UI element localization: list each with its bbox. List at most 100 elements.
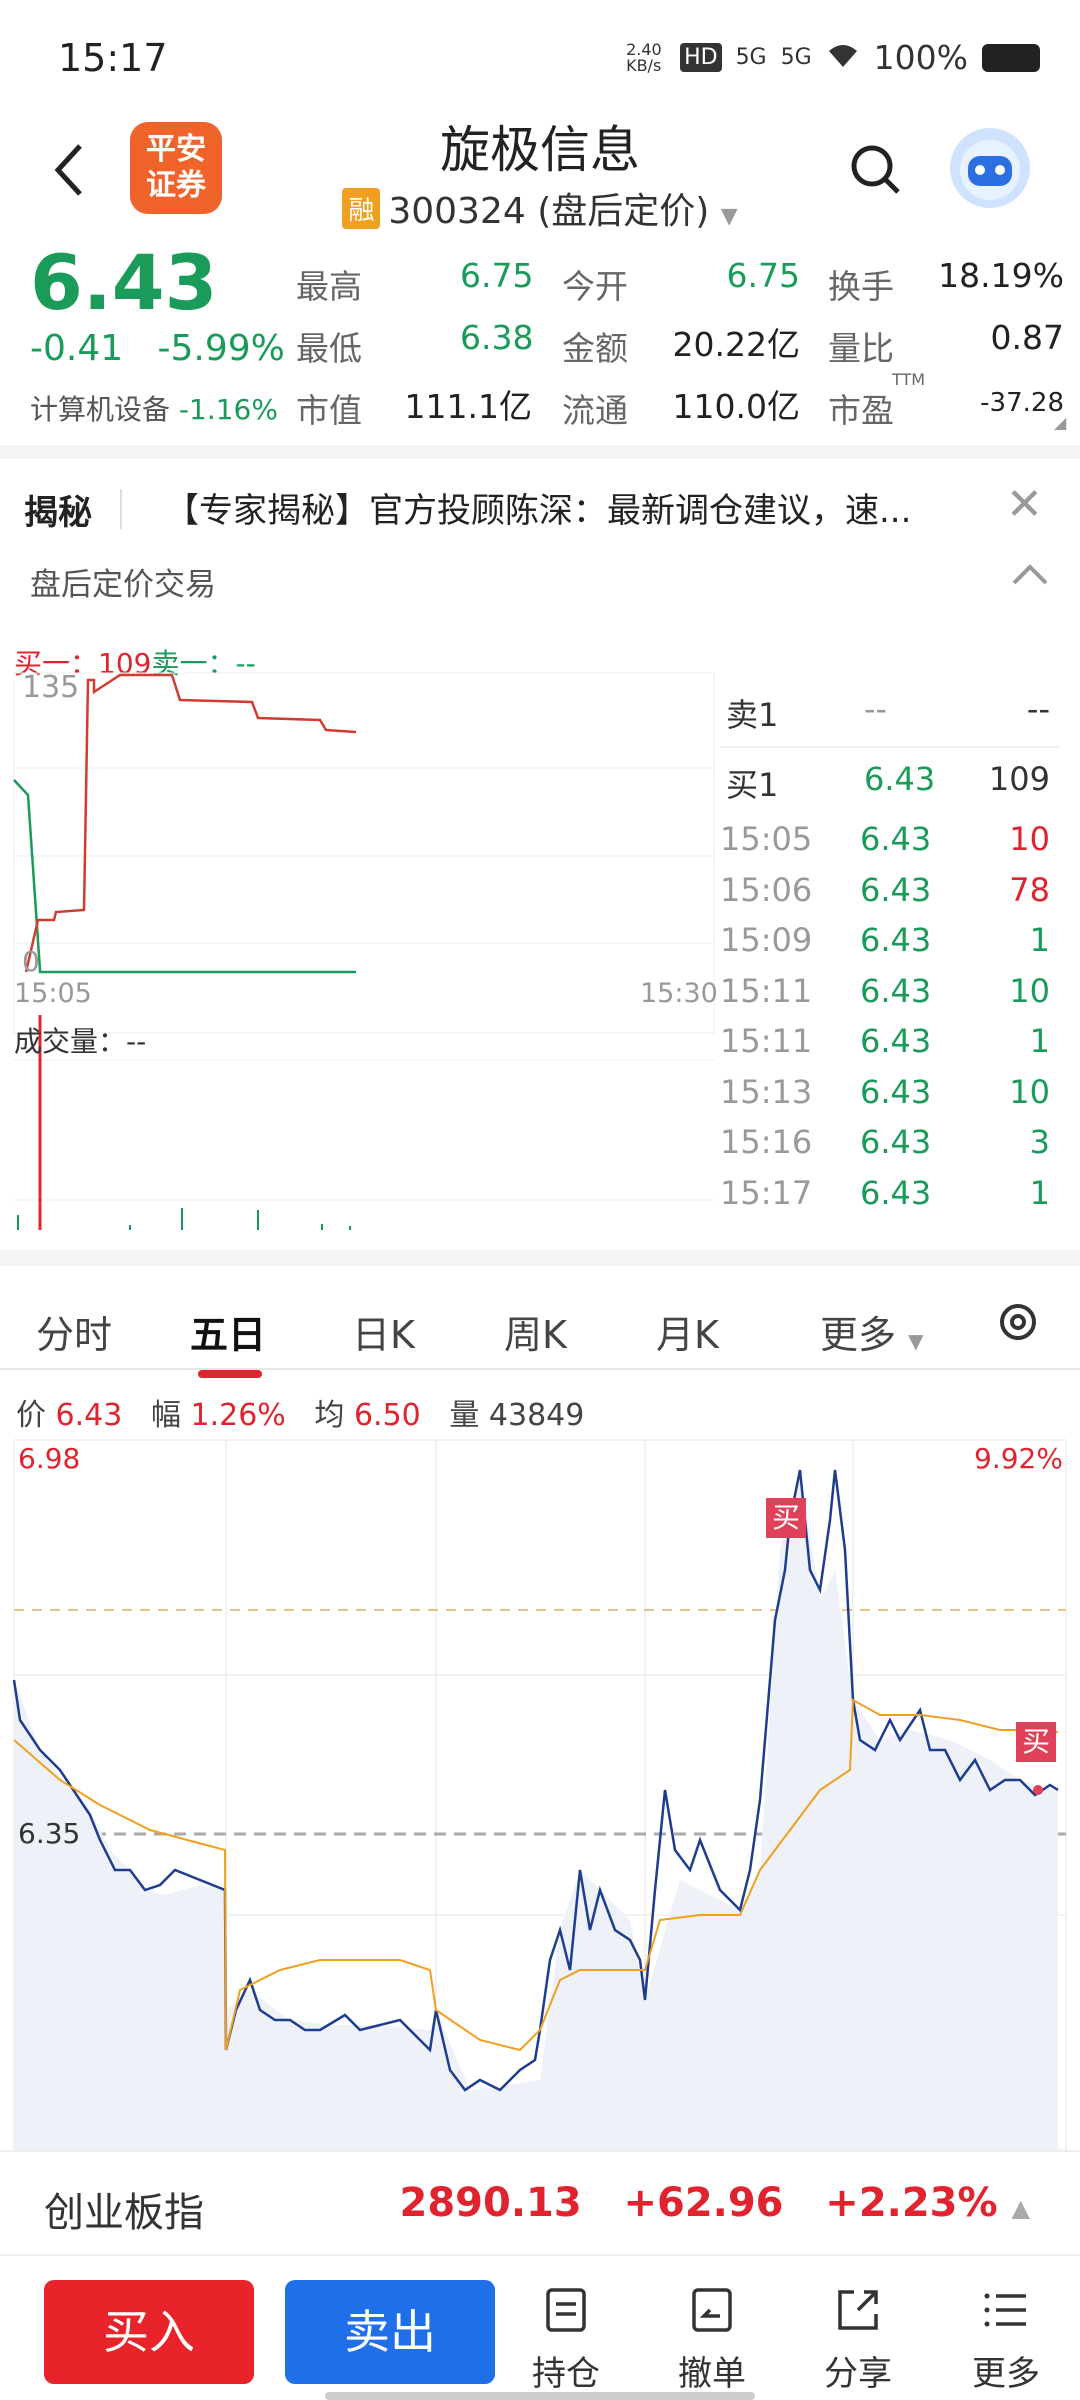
header: 平安证券 旋极信息 融 300324 (盘后定价) ▼ (0, 110, 1080, 238)
tab-five-day[interactable]: 五日 (190, 1304, 266, 1359)
low-value: 6.38 (460, 318, 534, 357)
trade-row: 15:05 6.43 10 (720, 820, 1050, 858)
status-icons: 2.40 KB/s HD 5G 5G 100% (626, 38, 1040, 77)
turnover-value: 18.19% (938, 256, 1064, 295)
status-bar: 15:17 2.40 KB/s HD 5G 5G 100% (0, 0, 1080, 110)
menu-icon (984, 2293, 1026, 2327)
cancel-order-button[interactable]: 撤单 (662, 2286, 762, 2395)
wifi-icon (826, 38, 860, 77)
amount-label: 金额 (562, 329, 628, 368)
battery-icon (982, 43, 1040, 72)
trade-row: 15:17 6.43 1 (720, 1173, 1050, 1212)
price-change: -0.41 -5.99% (30, 328, 285, 369)
open-value: 6.75 (726, 256, 800, 295)
pe-ttm-label: TTM (892, 370, 926, 389)
stock-name: 旋极信息 (440, 121, 640, 179)
battery-text: 100% (873, 38, 968, 77)
after-hours-buy-line (24, 673, 357, 973)
banner-text: 【专家揭秘】官方投顾陈深：最新调仓建议，速... (165, 491, 912, 531)
ask-row: 卖1 -- -- (726, 690, 1050, 734)
bottom-bar: 买入 卖出 持仓 撤单 分享 更多 (0, 2254, 1080, 2400)
close-icon[interactable]: ✕ (1006, 479, 1043, 530)
float-value: 110.0亿 (672, 387, 800, 426)
quote-panel: 6.43 -0.41 -5.99% 计算机设备 -1.16% 最高 6.75 今… (0, 238, 1080, 438)
chart-tabs: 分时 五日 日K 周K 月K 更多 ▼ (0, 1250, 1080, 1378)
after-hours-price-chart (13, 672, 715, 1230)
last-price: 6.43 (30, 238, 218, 327)
after-hours-chart: 买一：109卖一：-- 135 0 15:05 15:30 成交量：-- 卖1 … (0, 620, 1080, 1230)
banner-tag: 揭秘 (24, 493, 92, 533)
high-value: 6.75 (460, 256, 534, 295)
margin-badge: 融 (342, 188, 381, 229)
search-icon[interactable] (848, 142, 904, 202)
after-hours-header[interactable]: 盘后定价交易 (0, 547, 1080, 617)
x-axis-end: 15:30 (640, 978, 718, 1009)
trade-row: 15:16 6.43 3 (720, 1123, 1050, 1161)
index-name: 创业板指 (44, 2190, 204, 2236)
chevron-down-icon: ▼ (720, 204, 738, 229)
buy-point (1033, 1785, 1043, 1795)
status-time: 15:17 (58, 36, 168, 80)
trade-row: 15:09 6.43 1 (720, 921, 1050, 959)
tab-daily-k[interactable]: 日K (352, 1304, 415, 1359)
mcap-value: 111.1亿 (404, 387, 532, 426)
sell-button[interactable]: 卖出 (285, 2280, 495, 2384)
tab-more[interactable]: 更多 ▼ (820, 1304, 924, 1359)
holdings-icon (546, 2288, 586, 2332)
settings-gear-icon[interactable] (994, 1298, 1042, 1350)
index-values: 2890.13 +62.96 +2.23% ▲ (399, 2180, 1031, 2226)
robot-assistant-icon[interactable] (950, 128, 1030, 208)
float-label: 流通 (562, 391, 628, 430)
five-day-y-top: 6.98 (18, 1442, 81, 1475)
share-button[interactable]: 分享 (808, 2286, 908, 2395)
buy-marker[interactable]: 买 (1016, 1722, 1056, 1762)
expand-triangle-icon[interactable]: ◢ (1054, 413, 1066, 432)
pe-value: -37.28 (980, 388, 1064, 418)
high-label: 最高 (296, 267, 362, 306)
mcap-label: 市值 (296, 391, 362, 430)
five-day-chart: 价 6.43 幅 1.26% 均 6.50 量 43849 6.98 6.35 … (0, 1370, 1080, 2150)
pe-label: 市盈 (828, 391, 894, 430)
trade-row: 15:11 6.43 10 (720, 971, 1050, 1010)
stock-code[interactable]: 融 300324 (盘后定价) ▼ (0, 182, 1080, 234)
chevron-down-icon: ▼ (908, 1329, 924, 1353)
trade-list: 15:05 6.43 10 15:06 6.43 78 15:09 6.43 1 15:11 6.4… (720, 820, 1060, 1220)
chevron-up-icon: ▲ (1011, 2194, 1030, 2222)
five-day-y-mid: 6.35 (18, 1817, 81, 1850)
y-axis-bottom: 0 (22, 945, 40, 978)
tab-intraday[interactable]: 分时 (36, 1304, 112, 1359)
after-hours-label: 盘后定价交易 (30, 567, 216, 603)
hd-icon: HD (680, 43, 722, 72)
cancel-order-icon (692, 2288, 732, 2332)
trade-row: 15:06 6.43 78 (720, 870, 1050, 909)
five-day-price-chart (12, 1439, 1067, 2150)
volume-ratio-label: 量比 (828, 329, 894, 368)
volume-label: 成交量：-- (14, 1025, 147, 1058)
tab-weekly-k[interactable]: 周K (504, 1304, 567, 1359)
holdings-button[interactable]: 持仓 (516, 2286, 616, 2395)
buy-marker[interactable]: 买 (766, 1498, 806, 1538)
order-book: 卖1 -- -- 买1 6.43 109 (720, 680, 1060, 804)
net-speed: 2.40 KB/s (626, 39, 662, 75)
volume-ratio-value: 0.87 (990, 318, 1064, 357)
chevron-up-icon[interactable] (1010, 559, 1050, 593)
index-bar[interactable]: 创业板指 2890.13 +62.96 +2.23% ▲ (0, 2150, 1080, 2254)
open-label: 今开 (562, 267, 628, 306)
sector-info[interactable]: 计算机设备 -1.16% (30, 388, 278, 428)
five-day-pct-top: 9.92% (974, 1442, 1063, 1475)
news-banner[interactable]: 揭秘 【专家揭秘】官方投顾陈深：最新调仓建议，速... ✕ (0, 445, 1080, 547)
trade-row: 15:11 6.43 1 (720, 1022, 1050, 1060)
tab-monthly-k[interactable]: 月K (656, 1304, 719, 1359)
banner-divider (120, 489, 122, 529)
x-axis-start: 15:05 (14, 978, 92, 1009)
home-indicator[interactable] (325, 2392, 755, 2400)
bid-row: 买1 6.43 109 (726, 760, 1050, 804)
buy-button[interactable]: 买入 (44, 2280, 254, 2384)
more-button[interactable]: 更多 (956, 2286, 1056, 2395)
turnover-label: 换手 (828, 267, 894, 306)
share-icon (838, 2290, 878, 2330)
y-axis-top: 135 (22, 670, 80, 705)
signal-icon-2: 5G (780, 45, 812, 70)
amount-value: 20.22亿 (672, 325, 800, 364)
trade-row: 15:13 6.43 10 (720, 1072, 1050, 1111)
